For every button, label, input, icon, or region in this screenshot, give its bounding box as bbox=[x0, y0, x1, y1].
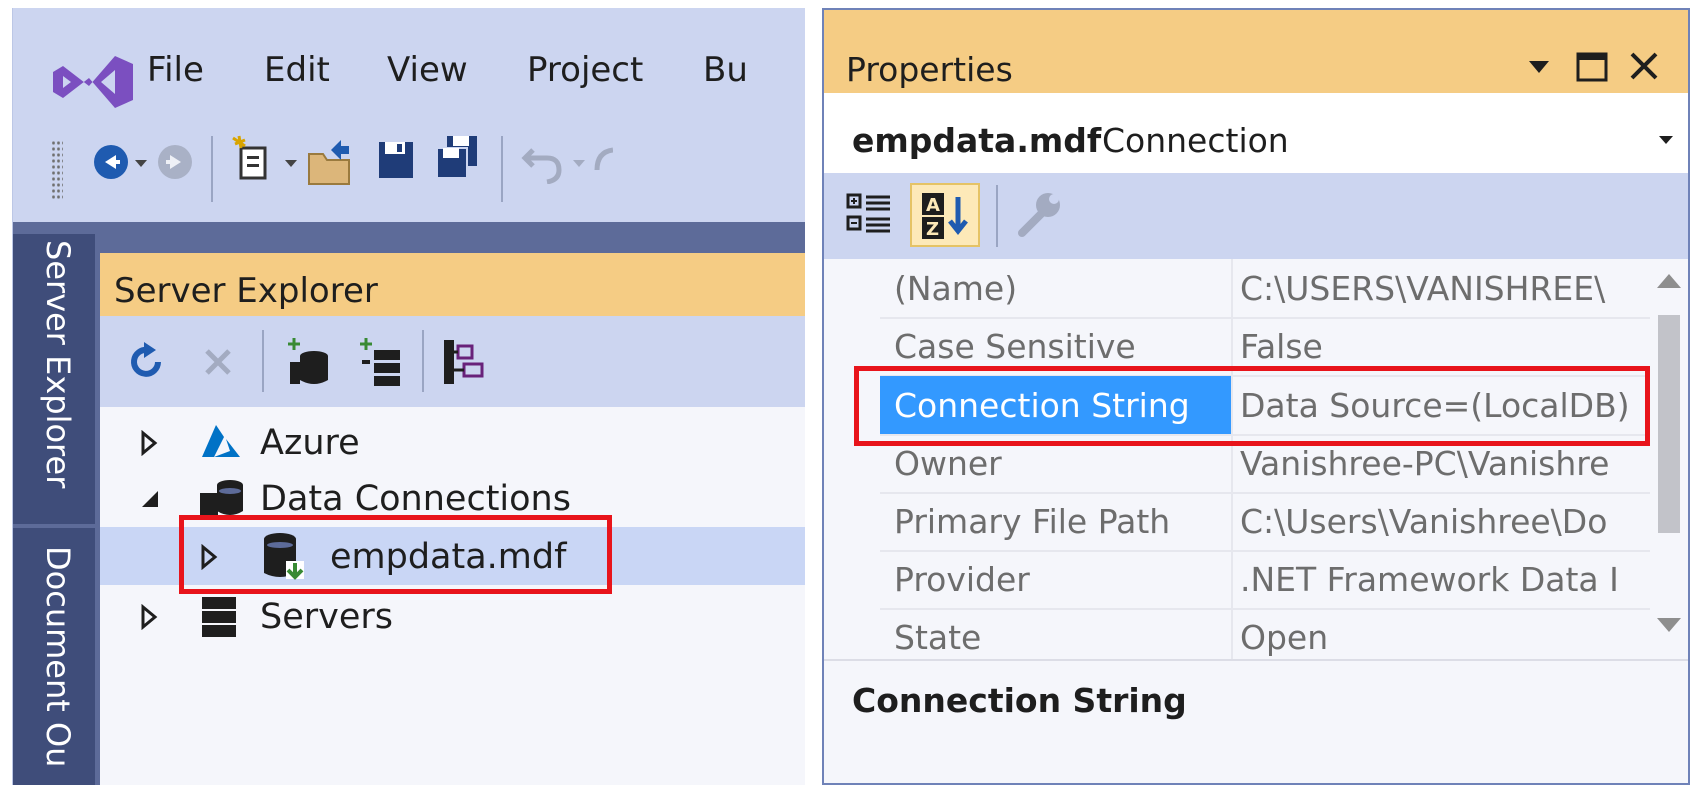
visual-studio-logo-icon bbox=[53, 56, 133, 108]
navigate-forward-icon[interactable] bbox=[155, 142, 195, 182]
object-name: empdata.mdf bbox=[852, 121, 1102, 160]
properties-title: Properties bbox=[846, 50, 1013, 89]
delete-icon[interactable] bbox=[202, 346, 234, 378]
properties-window: Properties empdata.mdf Connection A Z (N… bbox=[822, 8, 1690, 785]
server-explorer-tree: Azure Data Connections empdata.mdf Serve… bbox=[100, 407, 805, 785]
navigate-back-icon[interactable] bbox=[91, 142, 131, 182]
menu-build[interactable]: Bu bbox=[703, 50, 748, 90]
toolbar-separator bbox=[211, 136, 213, 202]
undo-dropdown-icon[interactable] bbox=[573, 160, 585, 167]
save-icon[interactable] bbox=[375, 138, 417, 182]
new-project-icon[interactable] bbox=[231, 134, 277, 184]
standard-toolbar bbox=[13, 126, 805, 222]
menu-project[interactable]: Project bbox=[527, 50, 643, 90]
highlight-box-empdata bbox=[179, 515, 612, 594]
property-row-name[interactable]: (Name) C:\USERS\VANISHREE\ bbox=[880, 259, 1650, 317]
server-explorer-toolbar bbox=[100, 316, 805, 407]
tree-item-label: Servers bbox=[260, 597, 394, 637]
property-value[interactable]: C:\USERS\VANISHREE\ bbox=[1240, 269, 1632, 308]
property-name: State bbox=[894, 618, 982, 657]
property-grid: (Name) C:\USERS\VANISHREE\ Case Sensitiv… bbox=[824, 259, 1688, 659]
property-row-state[interactable]: State Open bbox=[880, 608, 1650, 659]
tree-item-azure[interactable]: Azure bbox=[100, 413, 805, 471]
scroll-down-icon[interactable] bbox=[1656, 617, 1682, 633]
azure-icon bbox=[202, 425, 240, 457]
menu-view[interactable]: View bbox=[387, 50, 468, 90]
close-icon[interactable] bbox=[1628, 50, 1660, 82]
tree-item-servers[interactable]: Servers bbox=[100, 587, 805, 645]
object-type: Connection bbox=[1102, 121, 1289, 160]
refresh-icon[interactable] bbox=[126, 342, 166, 382]
svg-text:Z: Z bbox=[926, 219, 939, 240]
tree-item-label: Data Connections bbox=[260, 479, 571, 519]
collapse-arrow-icon[interactable] bbox=[140, 489, 160, 509]
property-row-primary-file-path[interactable]: Primary File Path C:\Users\Vanishree\Do bbox=[880, 492, 1650, 550]
highlight-box-connection-string bbox=[854, 366, 1650, 446]
properties-title-bar: Properties bbox=[824, 10, 1688, 93]
tab-server-explorer[interactable]: Server Explorer bbox=[13, 234, 95, 524]
new-project-dropdown-icon[interactable] bbox=[285, 160, 297, 167]
servers-icon bbox=[202, 597, 236, 637]
property-name: Case Sensitive bbox=[894, 327, 1136, 366]
categorized-icon[interactable] bbox=[846, 191, 892, 237]
window-position-dropdown-icon[interactable] bbox=[1528, 60, 1550, 74]
data-connections-icon bbox=[200, 480, 243, 517]
maximize-icon[interactable] bbox=[1576, 52, 1608, 82]
svg-text:A: A bbox=[926, 195, 940, 216]
grid-column-divider[interactable] bbox=[1231, 259, 1233, 659]
undo-icon[interactable] bbox=[519, 140, 565, 184]
property-name: Primary File Path bbox=[894, 502, 1171, 541]
property-value[interactable]: C:\Users\Vanishree\Do bbox=[1240, 502, 1632, 541]
menu-edit[interactable]: Edit bbox=[264, 50, 330, 90]
redo-icon[interactable] bbox=[593, 140, 613, 184]
visual-studio-window: File Edit View Project Bu Server Explore… bbox=[12, 8, 805, 785]
property-value[interactable]: False bbox=[1240, 327, 1632, 366]
property-name: (Name) bbox=[894, 269, 1018, 308]
connect-to-server-icon[interactable] bbox=[356, 336, 404, 388]
properties-toolbar: A Z bbox=[824, 173, 1688, 259]
property-pages-icon[interactable] bbox=[1014, 187, 1064, 241]
connect-to-database-icon[interactable] bbox=[284, 336, 332, 388]
back-dropdown-icon[interactable] bbox=[135, 160, 147, 167]
object-dropdown-icon[interactable] bbox=[1658, 135, 1674, 145]
tab-document-outline[interactable]: Document Ou bbox=[13, 528, 95, 785]
alphabetical-button[interactable]: A Z bbox=[910, 183, 980, 247]
description-title: Connection String bbox=[852, 681, 1187, 720]
scrollbar-thumb[interactable] bbox=[1658, 315, 1680, 533]
toolbar-grip[interactable] bbox=[51, 140, 63, 200]
expand-arrow-icon[interactable] bbox=[140, 604, 158, 630]
server-explorer-title: Server Explorer bbox=[100, 253, 805, 316]
scroll-up-icon[interactable] bbox=[1656, 273, 1682, 289]
property-value[interactable]: Vanishree-PC\Vanishre bbox=[1240, 444, 1632, 483]
property-name: Provider bbox=[894, 560, 1030, 599]
class-view-icon[interactable] bbox=[440, 336, 488, 388]
property-row-provider[interactable]: Provider .NET Framework Data I bbox=[880, 550, 1650, 608]
property-name: Owner bbox=[894, 444, 1002, 483]
toolbar-separator-2 bbox=[422, 330, 424, 392]
toolbar-separator-2 bbox=[501, 136, 503, 202]
description-pane: Connection String bbox=[824, 659, 1688, 783]
expand-arrow-icon[interactable] bbox=[140, 430, 158, 456]
save-all-icon[interactable] bbox=[433, 134, 481, 182]
object-selector[interactable]: empdata.mdf Connection bbox=[824, 93, 1688, 173]
toolbar-separator bbox=[262, 330, 264, 392]
property-value[interactable]: .NET Framework Data I bbox=[1240, 560, 1632, 599]
grid-margin bbox=[824, 259, 880, 659]
toolbar-separator bbox=[996, 185, 998, 247]
tree-item-label: Azure bbox=[260, 423, 360, 463]
menu-bar: File Edit View Project Bu bbox=[13, 8, 805, 128]
menu-file[interactable]: File bbox=[147, 50, 204, 90]
alphabetical-sort-icon: A Z bbox=[922, 193, 968, 240]
open-file-icon[interactable] bbox=[305, 136, 355, 188]
vertical-scrollbar[interactable] bbox=[1650, 259, 1688, 659]
property-value[interactable]: Open bbox=[1240, 618, 1632, 657]
